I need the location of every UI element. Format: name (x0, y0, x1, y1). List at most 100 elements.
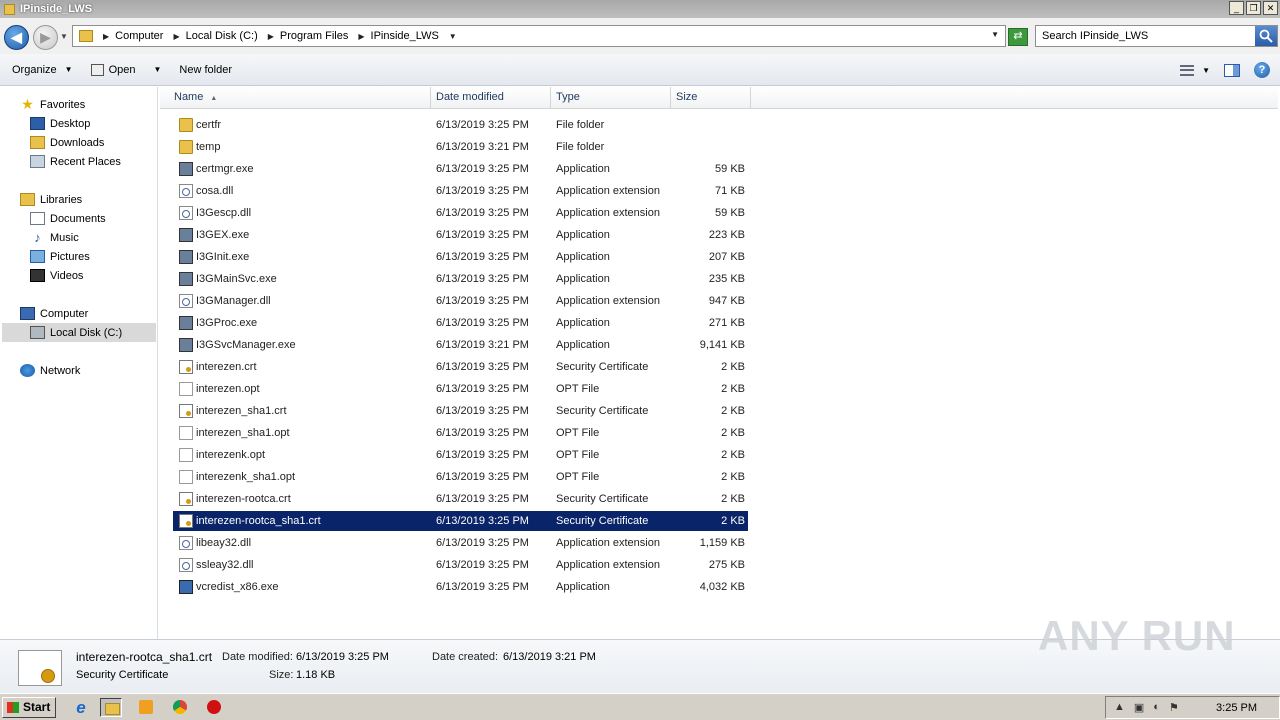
file-row[interactable]: interezenk.opt 6/13/2019 3:25 PM OPT File 2… (173, 445, 748, 465)
media-player-icon[interactable] (136, 698, 158, 717)
file-name: certmgr.exe (196, 163, 254, 175)
chrome-icon[interactable] (170, 698, 192, 717)
address-bar[interactable]: ▶ Computer ▶ Local Disk (C:) ▶ Program F… (72, 25, 1006, 47)
nav-documents[interactable]: Documents (30, 209, 106, 228)
start-button[interactable]: Start (2, 697, 56, 718)
nav-recent-places[interactable]: Recent Places (30, 152, 121, 171)
file-name: interezen_sha1.crt (196, 405, 287, 417)
nav-libraries[interactable]: Libraries (20, 190, 82, 209)
details-created-label: Date created: (432, 651, 499, 663)
forward-button[interactable]: ▶ (33, 25, 58, 50)
nav-label: Libraries (40, 193, 83, 206)
chevron-right-icon[interactable]: ▶ (358, 32, 364, 41)
breadcrumb-computer[interactable]: Computer (115, 30, 163, 42)
file-row[interactable]: interezen-rootca_sha1.crt 6/13/2019 3:25 … (173, 511, 748, 531)
file-size: 2 KB (721, 427, 745, 439)
close-button[interactable]: ✕ (1263, 1, 1278, 15)
nav-music[interactable]: ♪ Music (30, 228, 78, 247)
file-row[interactable]: temp 6/13/2019 3:21 PM File folder (173, 137, 748, 157)
history-dropdown[interactable]: ▼ (60, 32, 68, 41)
breadcrumb-ipinside-lws[interactable]: IPinside_LWS (371, 30, 439, 42)
file-type: OPT File (556, 449, 600, 461)
back-button[interactable]: ◀ (4, 25, 29, 50)
file-row[interactable]: interezen.opt 6/13/2019 3:25 PM OPT File 2 … (173, 379, 748, 399)
minimize-button[interactable]: _ (1229, 1, 1244, 15)
network-icon (20, 364, 35, 377)
file-date: 6/13/2019 3:25 PM (436, 273, 529, 285)
search-icon[interactable] (1255, 26, 1277, 46)
file-row[interactable]: I3GProc.exe 6/13/2019 3:25 PM Application 2… (173, 313, 748, 333)
show-hidden-icon[interactable]: ▲ (1114, 701, 1125, 714)
nav-network[interactable]: Network (20, 361, 80, 380)
file-row[interactable]: certmgr.exe 6/13/2019 3:25 PM Application 5… (173, 159, 748, 179)
nav-label: Local Disk (C:) (50, 326, 123, 339)
file-row[interactable]: I3GEX.exe 6/13/2019 3:25 PM Application 223… (173, 225, 748, 245)
file-row[interactable]: I3GMainSvc.exe 6/13/2019 3:25 PM Applicati… (173, 269, 748, 289)
file-row[interactable]: ssleay32.dll 6/13/2019 3:25 PM Application… (173, 555, 748, 575)
network-tray-icon[interactable]: ▣ (1134, 701, 1144, 714)
certificate-icon (18, 650, 62, 686)
file-row[interactable]: cosa.dll 6/13/2019 3:25 PM Application ext… (173, 181, 748, 201)
nav-downloads[interactable]: Downloads (30, 133, 104, 152)
file-row[interactable]: I3GManager.dll 6/13/2019 3:25 PM Applicati… (173, 291, 748, 311)
new-folder-button[interactable]: New folder (179, 64, 232, 76)
nav-computer[interactable]: Computer (20, 304, 88, 323)
dll-icon (179, 206, 193, 220)
column-header-size[interactable]: Size (671, 87, 751, 109)
action-center-flag-icon[interactable]: ⚑ (1169, 701, 1179, 714)
file-date: 6/13/2019 3:25 PM (436, 493, 529, 505)
file-row[interactable]: I3GSvcManager.exe 6/13/2019 3:21 PM Applic… (173, 335, 748, 355)
column-header-name[interactable]: Name ▲ (169, 87, 431, 109)
breadcrumb-program-files[interactable]: Program Files (280, 30, 348, 42)
chevron-right-icon[interactable]: ▶ (268, 32, 274, 41)
nav-favorites[interactable]: ★ Favorites (20, 95, 85, 114)
help-icon[interactable]: ? (1254, 62, 1270, 78)
file-row[interactable]: I3GInit.exe 6/13/2019 3:25 PM Application 2… (173, 247, 748, 267)
chevron-down-icon[interactable]: ▼ (153, 65, 161, 74)
address-dropdown[interactable]: ▼ (991, 30, 999, 39)
chevron-right-icon[interactable]: ▶ (173, 32, 179, 41)
file-name: interezen.opt (196, 383, 260, 395)
column-header-date[interactable]: Date modified (431, 87, 551, 109)
file-size: 223 KB (708, 229, 745, 241)
open-button[interactable]: Open ▼ (90, 63, 161, 76)
chevron-down-icon[interactable]: ▼ (449, 32, 457, 41)
file-row[interactable]: I3Gescp.dll 6/13/2019 3:25 PM Application … (173, 203, 748, 223)
chevron-down-icon[interactable]: ▼ (1202, 66, 1210, 75)
nav-videos[interactable]: Videos (30, 266, 83, 285)
nav-desktop[interactable]: Desktop (30, 114, 90, 133)
nav-local-disk[interactable]: Local Disk (C:) (2, 323, 156, 342)
file-row[interactable]: interezen.crt 6/13/2019 3:25 PM Security C… (173, 357, 748, 377)
file-row[interactable]: interezen_sha1.opt 6/13/2019 3:25 PM OPT F… (173, 423, 748, 443)
nav-label: Favorites (40, 98, 86, 111)
views-icon[interactable] (1180, 64, 1195, 76)
file-row[interactable]: interezen-rootca.crt 6/13/2019 3:25 PM Sec… (173, 489, 748, 509)
file-type: Application (556, 581, 610, 593)
app-icon (179, 250, 193, 264)
file-row[interactable]: vcredist_x86.exe 6/13/2019 3:25 PM Applica… (173, 577, 748, 597)
preview-pane-icon[interactable] (1224, 63, 1240, 77)
file-row[interactable]: certfr 6/13/2019 3:25 PM File folder (173, 115, 748, 135)
dll-icon (179, 558, 193, 572)
volume-icon[interactable]: ◐ (1153, 701, 1160, 714)
explorer-taskbar-button[interactable] (100, 698, 122, 717)
file-icon (179, 470, 193, 484)
open-label: Open (108, 63, 136, 76)
anyrun-watermark: ANY RUN (1038, 612, 1236, 659)
maximize-button[interactable]: ❐ (1246, 1, 1261, 15)
antivirus-icon[interactable] (204, 698, 226, 717)
breadcrumb-local-disk[interactable]: Local Disk (C:) (186, 30, 258, 42)
refresh-button[interactable]: ⇄ (1008, 28, 1028, 46)
app-icon (179, 228, 193, 242)
file-date: 6/13/2019 3:25 PM (436, 163, 529, 175)
column-header-type[interactable]: Type (551, 87, 671, 109)
file-row[interactable]: interezenk_sha1.opt 6/13/2019 3:25 PM OPT … (173, 467, 748, 487)
nav-pictures[interactable]: Pictures (30, 247, 90, 266)
search-input[interactable]: Search IPinside_LWS (1035, 25, 1278, 47)
chevron-right-icon[interactable]: ▶ (103, 32, 109, 41)
file-row[interactable]: interezen_sha1.crt 6/13/2019 3:25 PM Secur… (173, 401, 748, 421)
organize-button[interactable]: Organize ▼ (12, 64, 73, 76)
file-row[interactable]: libeay32.dll 6/13/2019 3:25 PM Application… (173, 533, 748, 553)
clock[interactable]: 3:25 PM (1216, 702, 1257, 714)
internet-explorer-icon[interactable]: e (70, 698, 92, 717)
